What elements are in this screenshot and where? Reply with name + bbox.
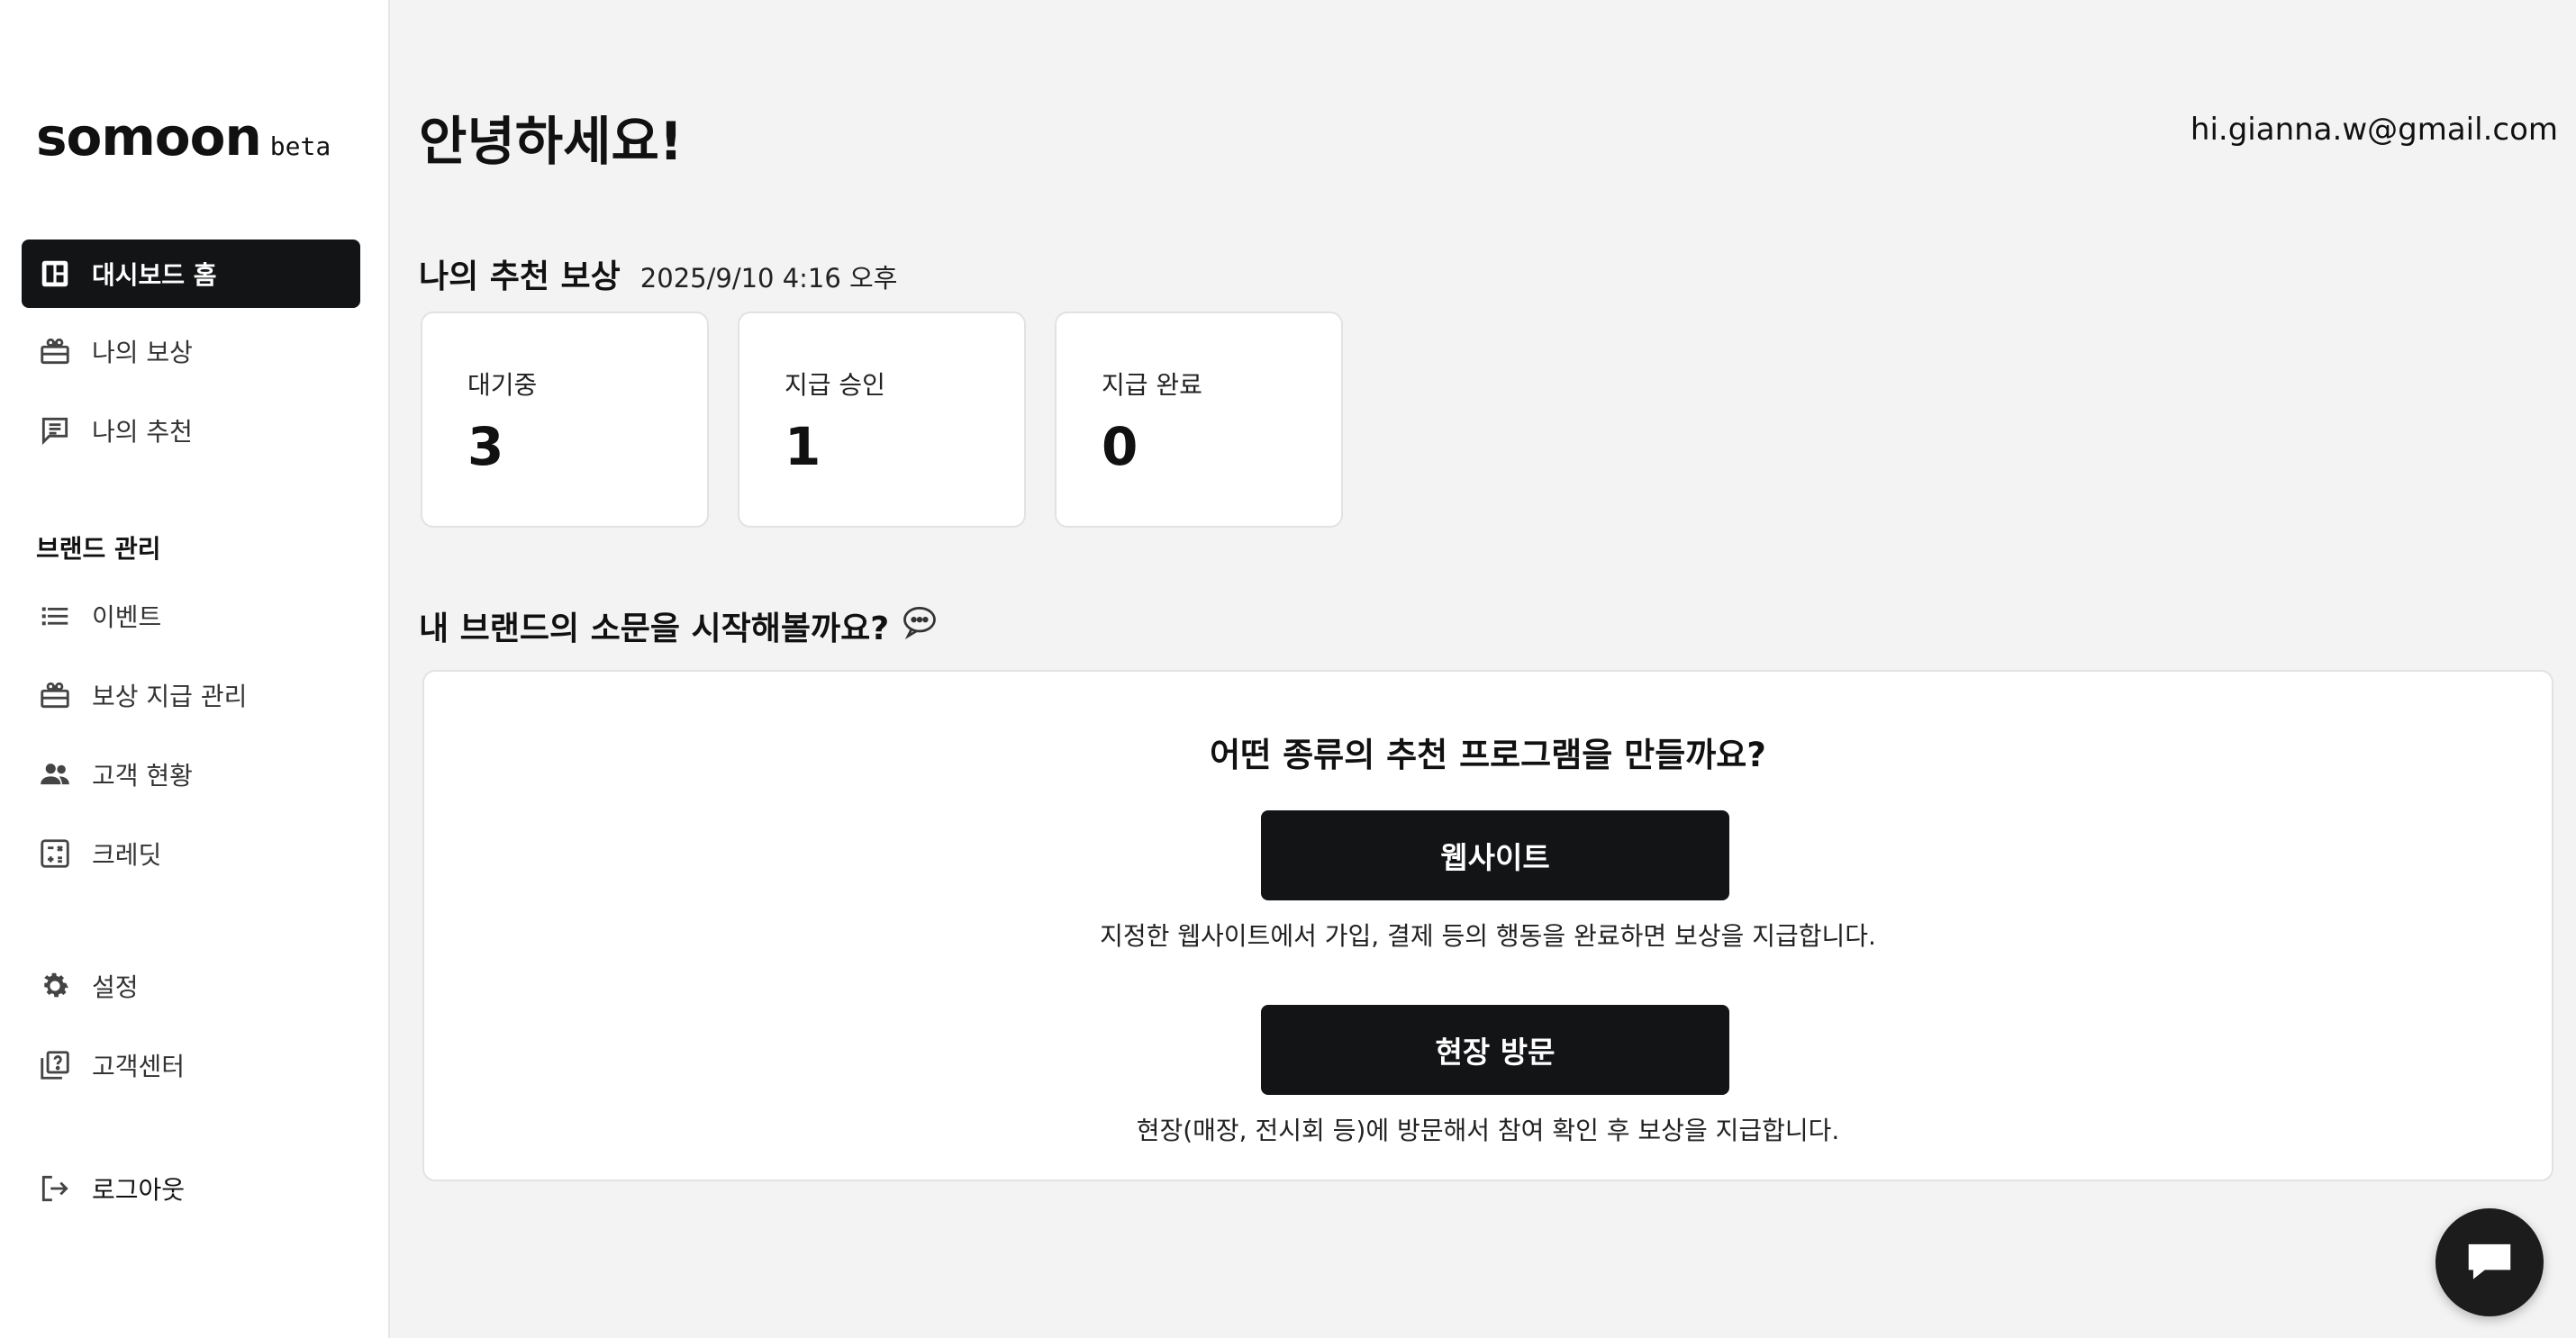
- rewards-timestamp: 2025/9/10 4:16 오후: [639, 263, 898, 294]
- promo-heading: 내 브랜드의 소문을 시작해볼까요?: [419, 601, 939, 649]
- stat-card-completed: 지급 완료 0: [1055, 312, 1343, 528]
- sidebar-item-help-center[interactable]: 고객센터: [22, 1031, 360, 1099]
- program-question: 어떤 종류의 추천 프로그램을 만들까요?: [1210, 736, 1766, 774]
- gift-icon: [38, 678, 72, 712]
- sidebar-item-my-rewards[interactable]: 나의 보상: [22, 317, 360, 385]
- rewards-title: 나의 추천 보상: [419, 258, 621, 295]
- chat-launcher-button[interactable]: [2435, 1208, 2544, 1316]
- logout-icon: [38, 1171, 72, 1206]
- people-icon: [38, 757, 72, 791]
- message-icon: [38, 413, 72, 448]
- user-email[interactable]: hi.gianna.w@gmail.com: [2191, 112, 2558, 148]
- logout-label: 로그아웃: [92, 1175, 186, 1205]
- speech-bubble-icon: [900, 601, 939, 649]
- calculator-icon: [38, 836, 72, 871]
- stat-value: 0: [1102, 416, 1138, 477]
- page-title: 안녕하세요!: [419, 111, 684, 172]
- help-icon: [38, 1048, 72, 1082]
- sidebar-item-label: 대시보드 홈: [92, 260, 217, 290]
- sidebar-item-events[interactable]: 이벤트: [22, 582, 360, 650]
- stat-card-approved: 지급 승인 1: [738, 312, 1026, 528]
- logo-wordmark: somoon: [36, 106, 262, 167]
- gift-icon: [38, 334, 72, 368]
- stat-value: 1: [785, 416, 821, 477]
- logo[interactable]: somoon beta: [36, 106, 331, 167]
- promo-title: 내 브랜드의 소문을 시작해볼까요?: [419, 610, 890, 647]
- gear-icon: [38, 969, 72, 1003]
- main-content: 안녕하세요! hi.gianna.w@gmail.com 나의 추천 보상 20…: [390, 0, 2576, 1338]
- beta-tag: beta: [269, 131, 331, 161]
- sidebar-item-label: 설정: [92, 972, 139, 1002]
- chat-icon: [2462, 1233, 2517, 1292]
- sidebar-item-label: 고객 현황: [92, 761, 193, 791]
- onsite-visit-program-button[interactable]: 현장 방문: [1261, 1005, 1729, 1095]
- stat-label: 지급 승인: [785, 370, 885, 400]
- sidebar-item-settings[interactable]: 설정: [22, 952, 360, 1020]
- sidebar-item-my-referrals[interactable]: 나의 추천: [22, 396, 360, 465]
- stat-card-pending: 대기중 3: [421, 312, 709, 528]
- sidebar-item-reward-payments[interactable]: 보상 지급 관리: [22, 661, 360, 729]
- sidebar-item-label: 나의 보상: [92, 338, 193, 367]
- sidebar: somoon beta 대시보드 홈 나의 보상 나의 추천 브랜드 관리 이벤…: [0, 0, 390, 1338]
- sidebar-item-label: 고객센터: [92, 1052, 186, 1081]
- dashboard-icon: [38, 257, 72, 291]
- sidebar-item-label: 크레딧: [92, 840, 162, 870]
- sidebar-item-dashboard[interactable]: 대시보드 홈: [22, 240, 360, 308]
- stat-label: 대기중: [467, 370, 538, 400]
- stat-value: 3: [467, 416, 504, 477]
- sidebar-item-label: 보상 지급 관리: [92, 682, 248, 711]
- rewards-header: 나의 추천 보상 2025/9/10 4:16 오후: [419, 250, 897, 297]
- sidebar-item-label: 이벤트: [92, 602, 162, 632]
- program-picker: 어떤 종류의 추천 프로그램을 만들까요? 웹사이트 지정한 웹사이트에서 가입…: [422, 670, 2553, 1181]
- list-icon: [38, 599, 72, 633]
- sidebar-item-credits[interactable]: 크레딧: [22, 819, 360, 888]
- website-program-button[interactable]: 웹사이트: [1261, 810, 1729, 900]
- app: somoon beta 대시보드 홈 나의 보상 나의 추천 브랜드 관리 이벤…: [0, 0, 2576, 1338]
- brand-management-title: 브랜드 관리: [36, 534, 161, 564]
- stat-label: 지급 완료: [1102, 370, 1202, 400]
- logout-button[interactable]: 로그아웃: [22, 1154, 360, 1223]
- website-program-description: 지정한 웹사이트에서 가입, 결제 등의 행동을 완료하면 보상을 지급합니다.: [1100, 921, 1876, 951]
- onsite-visit-program-description: 현장(매장, 전시회 등)에 방문해서 참여 확인 후 보상을 지급합니다.: [1136, 1116, 1840, 1145]
- sidebar-item-label: 나의 추천: [92, 417, 193, 447]
- sidebar-item-customers[interactable]: 고객 현황: [22, 740, 360, 809]
